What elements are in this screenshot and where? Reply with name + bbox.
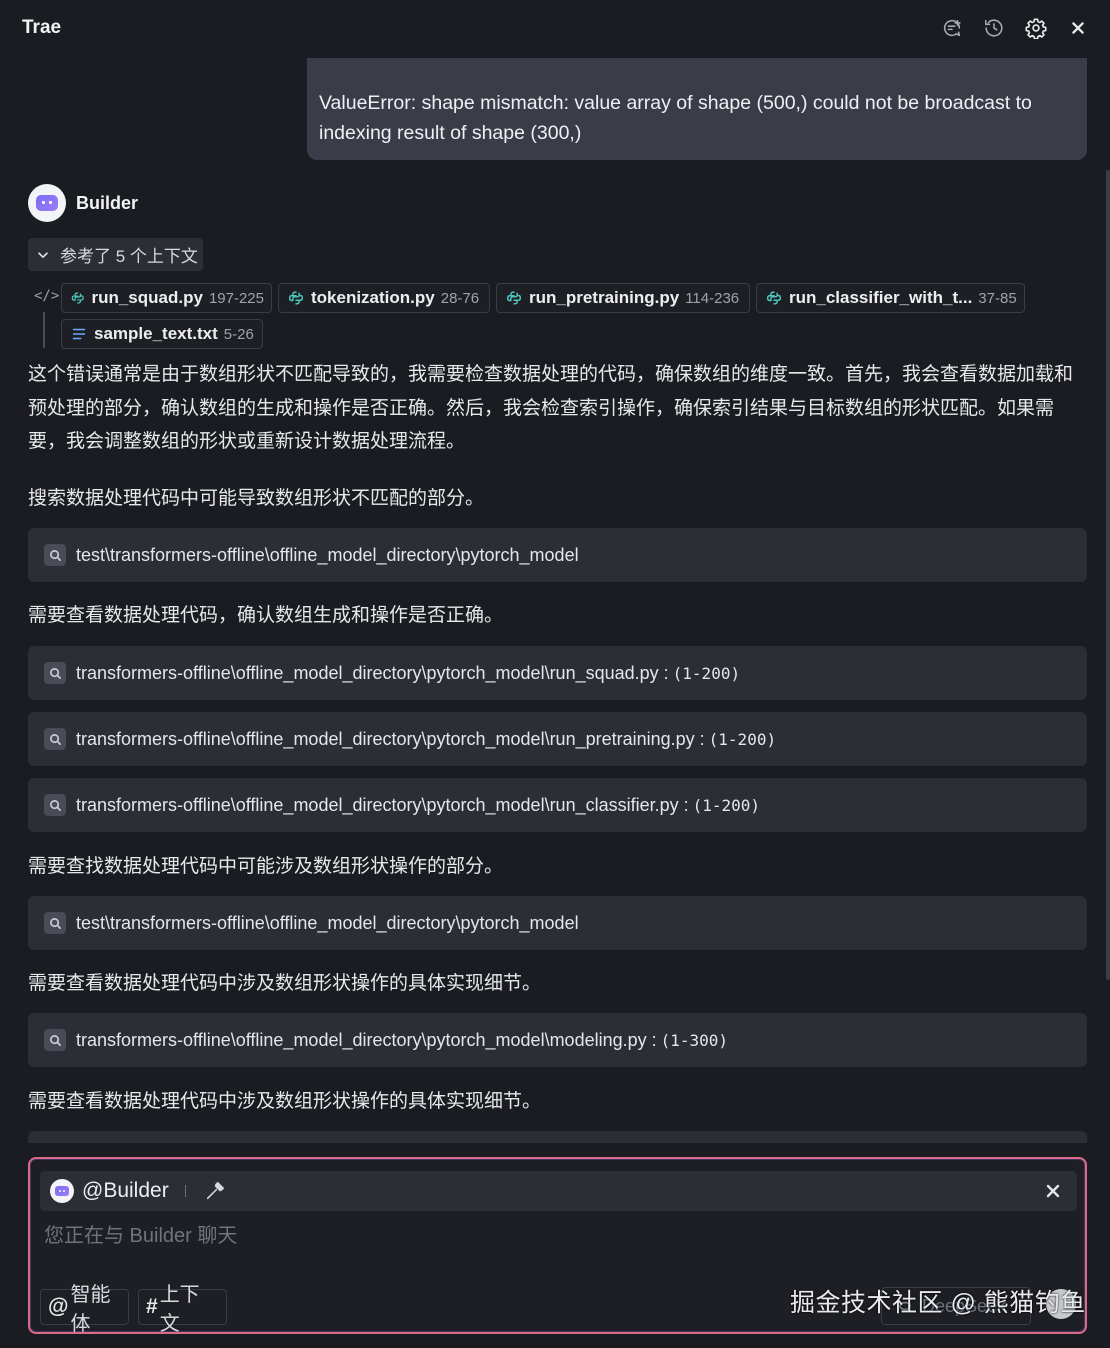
tool-call-path: transformers-offline\offline_model_direc… — [76, 794, 689, 815]
agent-button[interactable]: @ 智能体 — [40, 1284, 129, 1335]
history-icon[interactable] — [980, 14, 1008, 42]
assistant-header: Builder — [28, 184, 138, 222]
scrollbar[interactable] — [1106, 170, 1110, 980]
new-chat-icon[interactable] — [938, 14, 966, 42]
search-icon — [44, 1029, 66, 1051]
context-file-chip[interactable]: run_classifier_with_t... 37-85 — [756, 283, 1025, 313]
tool-call-search[interactable]: test\transformers-offline\offline_model_… — [28, 896, 1087, 950]
tool-call-path: test\transformers-offline\offline_model_… — [76, 912, 579, 933]
search-icon — [44, 728, 66, 750]
search-icon — [44, 912, 66, 934]
builder-avatar — [50, 1179, 74, 1203]
search-icon — [44, 794, 66, 816]
user-message-text: ValueError: shape mismatch: value array … — [319, 92, 1032, 144]
divider — [184, 1185, 186, 1197]
python-icon — [288, 291, 304, 305]
tool-call-search[interactable]: test\transformers-offline\offline_model_… — [28, 528, 1087, 582]
file-name: tokenization.py — [311, 288, 435, 307]
context-toggle-label: 参考了 5 个上下文 — [60, 247, 198, 266]
agent-button-label: 智能体 — [70, 1284, 111, 1335]
tool-call-view-file[interactable]: transformers-offline\offline_model_direc… — [28, 646, 1087, 700]
search-icon — [44, 544, 66, 566]
file-range: 114-236 — [685, 289, 740, 307]
context-file-chip[interactable]: run_pretraining.py 114-236 — [496, 283, 750, 313]
step-text: 需要查看数据处理代码，确认数组生成和操作是否正确。 — [28, 605, 504, 626]
mention-label: @Builder — [82, 1179, 169, 1202]
tool-call-range: (1-300) — [660, 1030, 729, 1050]
file-range: 37-85 — [978, 289, 1017, 307]
tool-call-path: transformers-offline\offline_model_direc… — [76, 662, 669, 683]
tool-call-view-file[interactable]: transformers-offline\offline_model_direc… — [28, 1013, 1087, 1067]
python-icon — [506, 291, 522, 305]
tool-call-path: transformers-offline\offline_model_direc… — [76, 728, 705, 749]
robot-icon — [36, 195, 58, 211]
step-text: 需要查看数据处理代码中涉及数组形状操作的具体实现细节。 — [28, 973, 542, 994]
context-button[interactable]: # 上下文 — [138, 1284, 227, 1335]
trae-chat-window: Trae ValueError: shape mismatch: value a… — [0, 0, 1110, 1348]
file-name: run_pretraining.py — [529, 288, 680, 307]
close-icon[interactable] — [1043, 1181, 1063, 1201]
tool-call-view-file[interactable]: transformers-offline\offline_model_direc… — [28, 712, 1087, 766]
tool-call-range: (1-200) — [672, 663, 741, 683]
robot-icon — [55, 1186, 69, 1196]
step-text: 需要查找数据处理代码中可能涉及数组形状操作的部分。 — [28, 856, 504, 877]
context-connector — [43, 312, 45, 348]
file-name: run_classifier_with_t... — [789, 288, 973, 307]
search-icon — [44, 662, 66, 684]
close-icon[interactable] — [1064, 14, 1092, 42]
file-name: run_squad.py — [91, 288, 203, 307]
user-message-bubble: ValueError: shape mismatch: value array … — [307, 58, 1087, 160]
tool-call-partial — [28, 1131, 1087, 1143]
context-toggle[interactable]: 参考了 5 个上下文 — [28, 238, 203, 271]
code-icon: </> — [34, 288, 60, 304]
header: Trae — [0, 0, 1110, 56]
wrench-icon[interactable] — [204, 1180, 226, 1202]
step-text: 需要查看数据处理代码中涉及数组形状操作的具体实现细节。 — [28, 1091, 542, 1112]
step-text: 搜索数据处理代码中可能导致数组形状不匹配的部分。 — [28, 488, 485, 509]
chat-input[interactable] — [44, 1221, 944, 1251]
gear-icon[interactable] — [1022, 14, 1050, 42]
tool-call-range: (1-200) — [692, 795, 761, 815]
file-name: sample_text.txt — [94, 324, 218, 343]
builder-avatar — [28, 184, 66, 222]
python-icon — [766, 291, 782, 305]
tool-call-view-file[interactable]: transformers-offline\offline_model_direc… — [28, 778, 1087, 832]
watermark: 掘金技术社区 @ 熊猫钓鱼 — [790, 1289, 1086, 1317]
file-range: 5-26 — [223, 325, 254, 343]
assistant-name: Builder — [76, 192, 139, 213]
file-range: 197-225 — [208, 289, 264, 307]
hash-icon: # — [146, 1295, 158, 1318]
python-icon — [71, 292, 84, 304]
tool-call-range: (1-200) — [708, 729, 777, 749]
context-file-chip[interactable]: sample_text.txt 5-26 — [61, 319, 263, 349]
assistant-intro-text: 这个错误通常是由于数组形状不匹配导致的，我需要检查数据处理的代码，确保数组的维度… — [28, 364, 1074, 452]
header-actions — [938, 14, 1092, 42]
text-file-icon — [72, 328, 86, 340]
chevron-down-icon — [38, 251, 48, 258]
context-button-label: 上下文 — [159, 1284, 200, 1335]
context-file-chip[interactable]: run_squad.py 197-225 — [61, 283, 272, 313]
context-file-chip[interactable]: tokenization.py 28-76 — [278, 283, 490, 313]
at-icon: @ — [48, 1295, 69, 1318]
tool-call-path: transformers-offline\offline_model_direc… — [76, 1029, 657, 1050]
tool-call-path: test\transformers-offline\offline_model_… — [76, 544, 579, 565]
agent-mention-bar: @Builder — [40, 1171, 1077, 1211]
file-range: 28-76 — [440, 289, 480, 307]
app-title: Trae — [22, 17, 62, 38]
